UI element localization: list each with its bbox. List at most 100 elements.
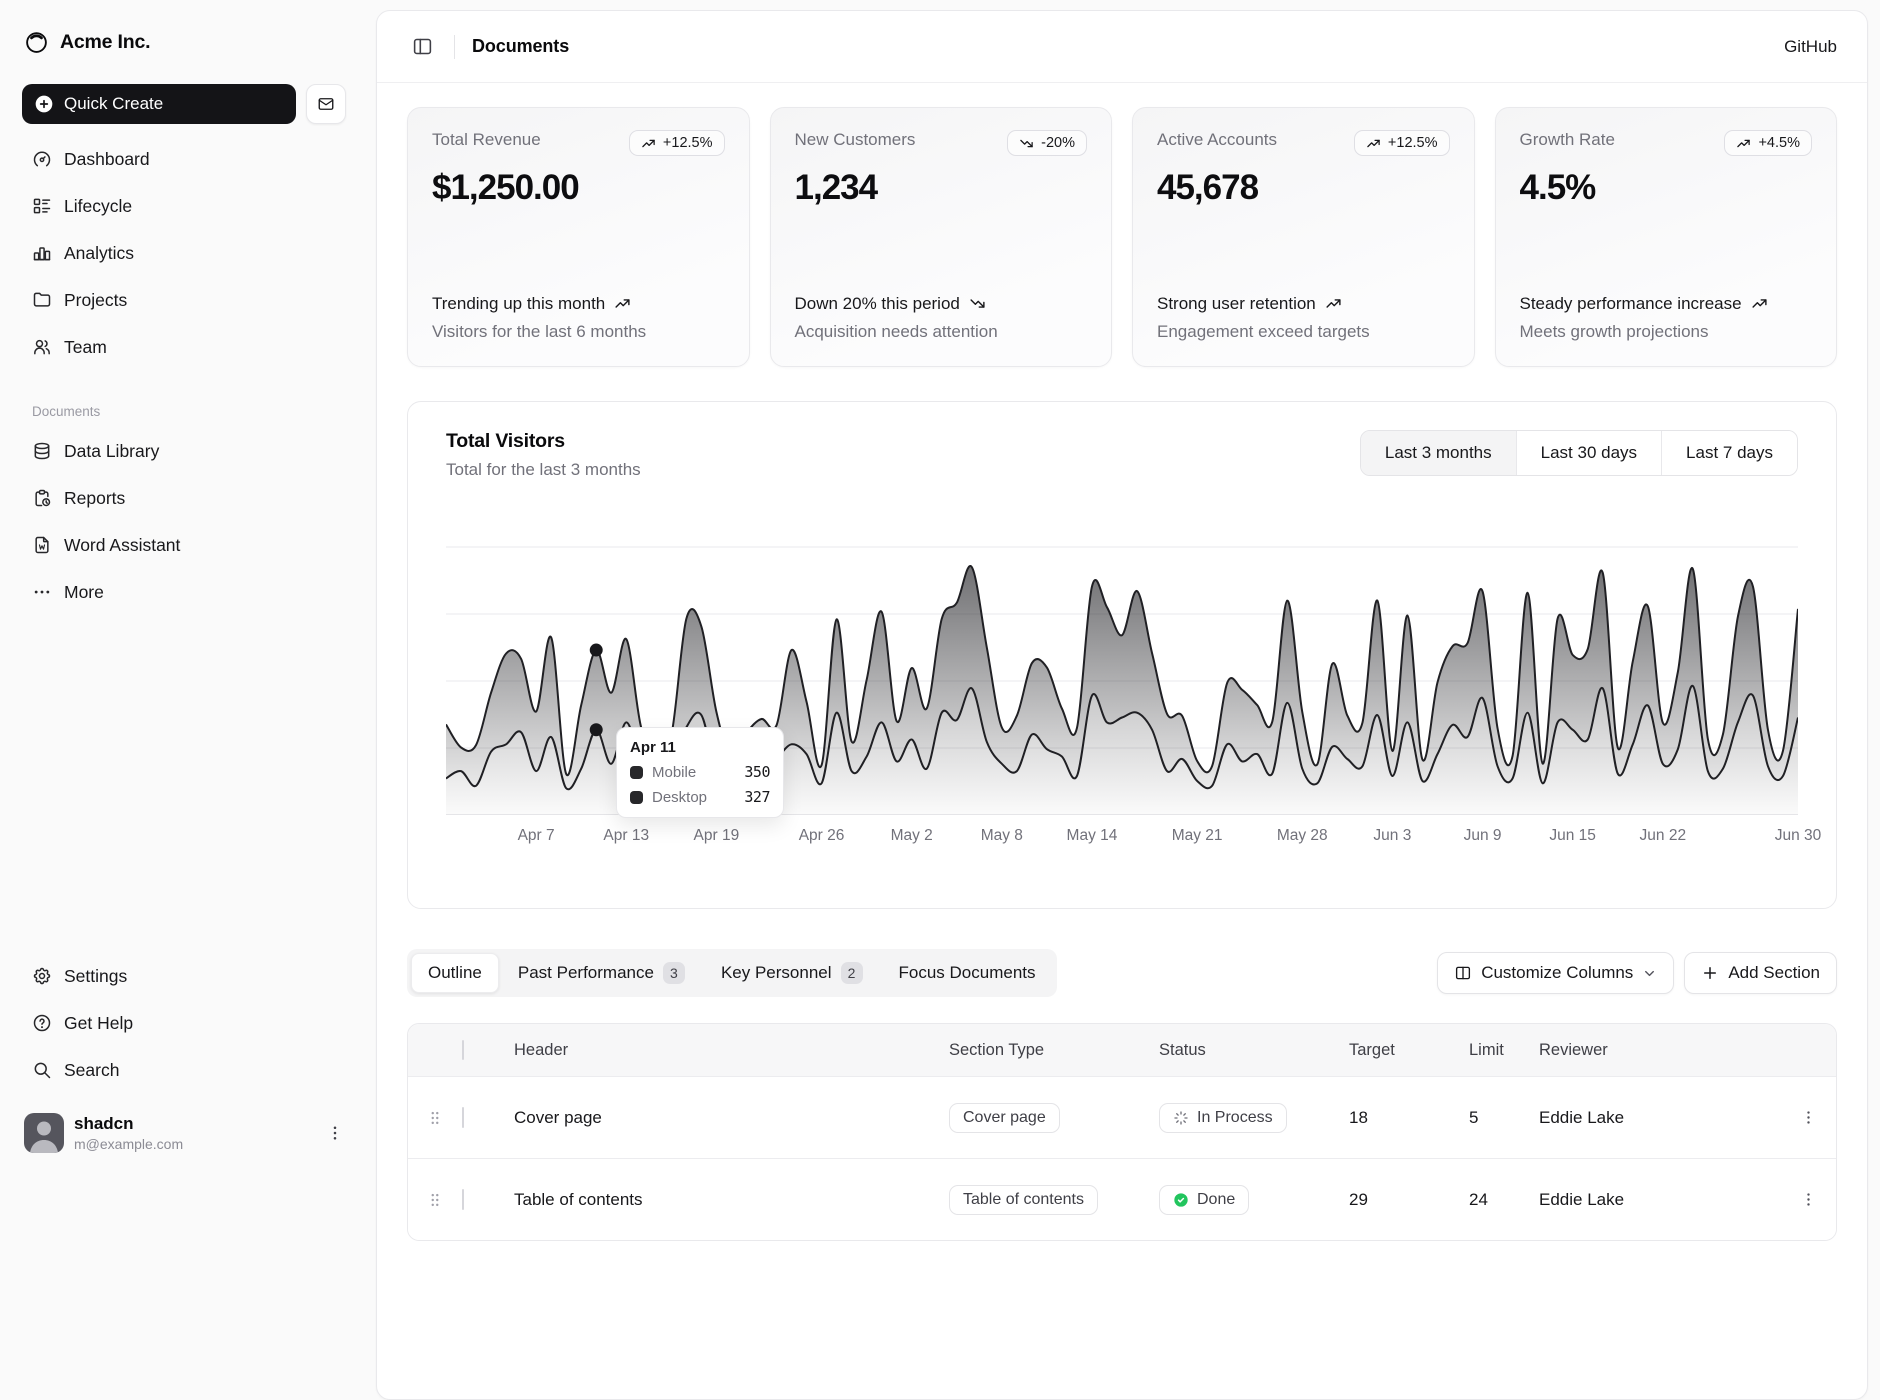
quick-create-button[interactable]: Quick Create [22, 84, 296, 124]
sidebar-item-search[interactable]: Search [22, 1051, 346, 1089]
report-icon [32, 488, 52, 508]
table-toolbar: Customize Columns Add Section [1437, 952, 1837, 994]
range-last-30-days[interactable]: Last 30 days [1516, 431, 1661, 475]
row-menu-button[interactable] [1794, 1103, 1824, 1133]
tabs: Outline Past Performance 3 Key Personnel… [407, 949, 1057, 997]
dashboard-icon [32, 149, 52, 169]
brand-name: Acme Inc. [60, 31, 150, 54]
sidebar-item-projects[interactable]: Projects [22, 281, 346, 319]
card-label: Total Revenue [432, 130, 541, 150]
sidebar-toggle-button[interactable] [407, 32, 437, 62]
github-link[interactable]: GitHub [1784, 37, 1837, 57]
sidebar-item-word-assistant[interactable]: Word Assistant [22, 526, 346, 564]
quick-create-row: Quick Create [22, 84, 346, 124]
tab-count-badge: 2 [841, 962, 863, 984]
range-toggle-group: Last 3 monthsLast 30 daysLast 7 days [1360, 430, 1798, 476]
x-tick: Jun 3 [1373, 827, 1411, 845]
sidebar: Acme Inc. Quick Create Dashboard Lifecyc… [0, 0, 368, 1175]
x-tick: May 28 [1277, 827, 1328, 845]
trending-up-icon [1736, 136, 1751, 151]
nav-footer: Settings Get Help Search [22, 957, 346, 1089]
customize-columns-label: Customize Columns [1481, 963, 1633, 983]
x-tick: Jun 15 [1549, 827, 1596, 845]
customize-columns-button[interactable]: Customize Columns [1437, 952, 1674, 994]
file-word-icon [32, 535, 52, 555]
sidebar-item-settings[interactable]: Settings [22, 957, 346, 995]
cell-limit[interactable]: 24 [1461, 1190, 1531, 1210]
tab-key-personnel[interactable]: Key Personnel 2 [704, 953, 880, 993]
x-tick: May 21 [1172, 827, 1223, 845]
drag-handle[interactable] [408, 1109, 462, 1127]
topbar-separator [454, 35, 455, 59]
visitors-chart-card: Total Visitors Total for the last 3 mont… [407, 401, 1837, 909]
select-all-checkbox[interactable] [462, 1040, 464, 1060]
ellipsis-vertical-icon [1800, 1191, 1817, 1208]
grip-vertical-icon [426, 1109, 444, 1127]
x-tick: Apr 26 [799, 827, 845, 845]
series-swatch [630, 766, 643, 779]
ellipsis-vertical-icon [1800, 1109, 1817, 1126]
database-icon [32, 441, 52, 461]
status-badge: Done [1159, 1185, 1249, 1215]
cell-header[interactable]: Table of contents [506, 1190, 941, 1210]
card-value: 1,234 [795, 168, 1088, 208]
row-checkbox[interactable] [462, 1107, 464, 1128]
sections-table: HeaderSection TypeStatusTargetLimitRevie… [407, 1023, 1837, 1241]
section-type-badge: Table of contents [949, 1185, 1098, 1215]
tooltip-row: Mobile 350 [630, 763, 770, 781]
sidebar-item-lifecycle[interactable]: Lifecycle [22, 187, 346, 225]
cell-reviewer[interactable]: Eddie Lake [1531, 1190, 1781, 1210]
add-section-button[interactable]: Add Section [1684, 952, 1837, 994]
sidebar-item-team[interactable]: Team [22, 328, 346, 366]
x-tick: Jun 9 [1464, 827, 1502, 845]
range-last-7-days[interactable]: Last 7 days [1661, 431, 1797, 475]
tab-focus-documents[interactable]: Focus Documents [882, 953, 1053, 993]
cell-target[interactable]: 18 [1341, 1108, 1461, 1128]
section-type-badge: Cover page [949, 1103, 1060, 1133]
brand[interactable]: Acme Inc. [16, 14, 352, 70]
cell-reviewer[interactable]: Eddie Lake [1531, 1108, 1781, 1128]
cell-limit[interactable]: 5 [1461, 1108, 1531, 1128]
sidebar-item-dashboard[interactable]: Dashboard [22, 140, 346, 178]
plus-icon [1701, 964, 1719, 982]
inbox-button[interactable] [306, 84, 346, 124]
content: Total Revenue +12.5% $1,250.00 Trending … [377, 83, 1867, 1271]
card-foot-title: Down 20% this period [795, 293, 1088, 315]
panel-left-icon [412, 36, 433, 57]
drag-handle[interactable] [408, 1191, 462, 1209]
folder-icon [32, 290, 52, 310]
help-icon [32, 1013, 52, 1033]
user-menu[interactable]: shadcn m@example.com [16, 1105, 352, 1161]
table-body: Cover page Cover page In Process 18 5 Ed… [408, 1076, 1836, 1240]
x-tick: May 2 [891, 827, 933, 845]
visitors-chart[interactable]: Apr 7Apr 13Apr 19Apr 26May 2May 8May 14M… [446, 542, 1798, 852]
acme-logo-icon [24, 30, 49, 55]
trending-up-icon [614, 295, 631, 312]
trend-badge: +4.5% [1724, 130, 1812, 156]
ellipsis-vertical-icon[interactable] [326, 1124, 344, 1142]
row-checkbox[interactable] [462, 1189, 464, 1210]
range-last-3-months[interactable]: Last 3 months [1361, 431, 1516, 475]
card-value: 4.5% [1520, 168, 1813, 208]
card-label: Growth Rate [1520, 130, 1615, 150]
tab-past-performance[interactable]: Past Performance 3 [501, 953, 702, 993]
sidebar-item-data-library[interactable]: Data Library [22, 432, 346, 470]
grip-vertical-icon [426, 1191, 444, 1209]
columns-icon [1454, 964, 1472, 982]
chart-tooltip: Apr 11 Mobile 350 Desktop 327 [616, 727, 784, 818]
x-tick: Apr 13 [603, 827, 649, 845]
table-header-row: HeaderSection TypeStatusTargetLimitRevie… [408, 1024, 1836, 1076]
trending-down-icon [969, 295, 986, 312]
cell-header[interactable]: Cover page [506, 1108, 941, 1128]
row-menu-button[interactable] [1794, 1185, 1824, 1215]
metric-cards: Total Revenue +12.5% $1,250.00 Trending … [407, 107, 1837, 367]
avatar [24, 1113, 64, 1153]
tab-outline[interactable]: Outline [411, 953, 499, 993]
cell-target[interactable]: 29 [1341, 1190, 1461, 1210]
sidebar-item-analytics[interactable]: Analytics [22, 234, 346, 272]
sidebar-item-get-help[interactable]: Get Help [22, 1004, 346, 1042]
card-foot-desc: Acquisition needs attention [795, 322, 1088, 342]
sidebar-item-reports[interactable]: Reports [22, 479, 346, 517]
series-swatch [630, 791, 643, 804]
sidebar-item-more[interactable]: More [22, 573, 346, 611]
